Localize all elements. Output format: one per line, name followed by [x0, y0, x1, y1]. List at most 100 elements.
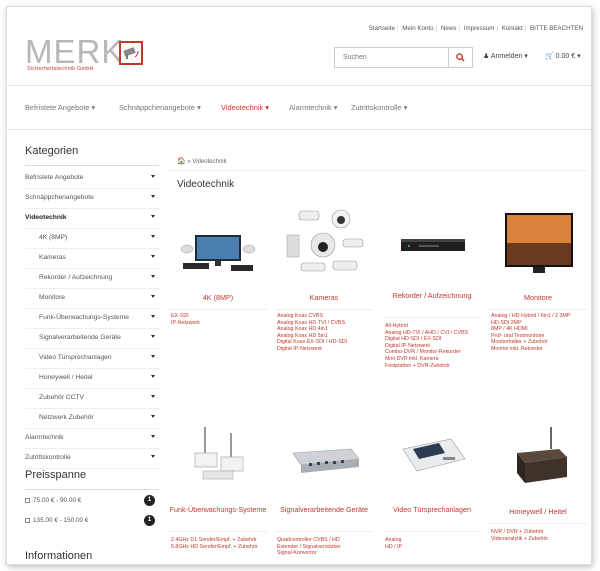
subcategory-link[interactable]: HD-SDI 2MP — [491, 320, 587, 327]
sidebar-item-label: Kameras — [39, 254, 66, 261]
top-link-impressum[interactable]: Impressum — [464, 25, 495, 32]
subcategory-link[interactable]: HD / IP — [385, 544, 481, 551]
top-link-kontakt[interactable]: Kontakt — [502, 25, 523, 32]
subcategory-link[interactable]: NVR / DVR + Zubehör — [491, 529, 587, 536]
price-filter-option[interactable]: 135.00 € - 150.00 € 1 — [25, 513, 159, 531]
home-icon[interactable]: 🏠 — [177, 158, 186, 165]
category-card-title[interactable]: Signalverarbeitende Geräte — [275, 505, 373, 515]
nav-schnaeppchenangebote[interactable]: Schnäppchenangebote ▾ — [119, 103, 201, 112]
subcategory-link[interactable]: Analog Koax HD-TVI / CVBS — [277, 320, 373, 327]
subcategory-link[interactable]: Digital IP-Netzwerk — [277, 346, 373, 353]
subcategory-link[interactable]: Digital Koax EX-SDI / HD-SDI — [277, 339, 373, 346]
top-link-mein-konto[interactable]: Mein Konto — [402, 25, 433, 32]
subcategory-list: All-Hybrid Analog HD-TVI / AHD / CVI / C… — [385, 323, 481, 369]
caret-down-icon[interactable] — [151, 235, 155, 238]
caret-down-icon[interactable] — [151, 195, 155, 198]
caret-down-icon[interactable] — [151, 355, 155, 358]
caret-down-icon[interactable] — [151, 335, 155, 338]
top-link-news[interactable]: News — [441, 25, 456, 32]
sidebar-item-befristete-angebote[interactable]: Befristete Angebote — [25, 169, 159, 189]
subcategory-link[interactable]: Analog Koax HD 4in1 — [277, 326, 373, 333]
caret-down-icon[interactable] — [151, 275, 155, 278]
subcategory-list: EX-SDI IP-Netzwerk — [171, 313, 267, 326]
search-button[interactable] — [448, 48, 472, 67]
caret-down-icon[interactable] — [151, 415, 155, 418]
caret-down-icon[interactable] — [151, 455, 155, 458]
subcategory-link[interactable]: Prüf- und Testmonitore — [491, 333, 587, 340]
price-divider — [25, 489, 159, 490]
sidebar-item-netzwerk-zubehoer[interactable]: Netzwerk Zubehör — [25, 409, 159, 429]
sidebar-item-rekorder[interactable]: Rekorder / Aufzeichnung — [25, 269, 159, 289]
logo-subtitle: Sicherheitstechnik GmbH — [27, 66, 94, 72]
caret-down-icon[interactable] — [151, 295, 155, 298]
subcategory-link[interactable]: Monitorhalter + Zubehör — [491, 339, 587, 346]
subcategory-link[interactable]: 8MP / 4K HDMI — [491, 326, 587, 333]
caret-down-icon[interactable] — [151, 255, 155, 258]
subcategory-link[interactable]: Analog Koax HD 5in1 — [277, 333, 373, 340]
subcategory-link[interactable]: Analog HD-TVI / AHD / CVI / CVBS — [385, 330, 481, 337]
sidebar-item-zutrittskontrolle[interactable]: Zutrittskontrolle — [25, 449, 159, 469]
cart-dropdown[interactable]: 🛒 0.00 € ▾ — [545, 52, 581, 60]
top-link-startseite[interactable]: Startseite — [369, 25, 395, 32]
sidebar-item-monitore[interactable]: Monitore — [25, 289, 159, 309]
category-card-title[interactable]: Video Türsprechanlagen — [383, 505, 481, 515]
subcategory-link[interactable]: Digital IP-Netzwerk — [385, 343, 481, 350]
subcategory-link[interactable]: Analog — [385, 537, 481, 544]
subcategory-link[interactable]: 5.8GHz HD Sender/Empf. + Zubehör — [171, 544, 267, 551]
subcategory-link[interactable]: IP-Netzwerk — [171, 320, 267, 327]
nav-befristete-angebote[interactable]: Befristete Angebote ▾ — [25, 103, 95, 112]
subcategory-link[interactable]: Quadcontroller CVBS / HD — [277, 537, 373, 544]
card-divider — [383, 317, 481, 318]
price-checkbox[interactable] — [25, 518, 30, 523]
category-card-title[interactable]: Funk-Überwachungs-Systeme — [169, 505, 267, 515]
sidebar-item-kameras[interactable]: Kameras — [25, 249, 159, 269]
subcategory-link[interactable]: EX-SDI — [171, 313, 267, 320]
price-filter-option[interactable]: 75.00 € - 90.00 € 1 — [25, 493, 159, 511]
sidebar-item-videotechnik[interactable]: Videotechnik — [25, 209, 159, 229]
account-dropdown[interactable]: ♟ Anmelden ▾ — [483, 52, 528, 60]
subcategory-link[interactable]: All-Hybrid — [385, 323, 481, 330]
category-card-title[interactable]: Monitore — [489, 293, 587, 303]
card-divider — [275, 309, 373, 310]
subcategory-link[interactable]: Extender / Signalverstärker — [277, 544, 373, 551]
sidebar-item-zubehoer-cctv[interactable]: Zubehör CCTV — [25, 389, 159, 409]
subcategory-link[interactable]: Digital HD-SDI / EX-SDI — [385, 336, 481, 343]
sidebar-item-signalverarbeitende[interactable]: Signalverarbeitende Geräte — [25, 329, 159, 349]
subcategory-link[interactable]: Videoanalytik + Zubehör — [491, 536, 587, 543]
sidebar-item-funk[interactable]: Funk-Überwachungs-Systeme — [25, 309, 159, 329]
category-card-title[interactable]: Kameras — [275, 293, 373, 303]
caret-down-icon[interactable] — [151, 375, 155, 378]
sidebar-item-honeywell[interactable]: Honeywell / Heitel — [25, 369, 159, 389]
subcategory-link[interactable]: Combo-DVR / Monitor-Rekorder — [385, 349, 481, 356]
top-link-bitte-beachten[interactable]: BITTE BEACHTEN — [530, 25, 583, 32]
category-card-title[interactable]: 4K (8MP) — [169, 293, 267, 303]
subcategory-link[interactable]: Monitor inkl. Rekorder — [491, 346, 587, 353]
subcategory-list: 2.4GHz D1 Sender/Empf. + Zubehör 5.8GHz … — [171, 537, 267, 550]
sidebar-item-alarmtechnik[interactable]: Alarmtechnik — [25, 429, 159, 449]
logo[interactable]: MERK Sicherheitstechnik GmbH — [25, 35, 150, 75]
subcategory-link[interactable]: Analog Koax CVBS — [277, 313, 373, 320]
category-card-title[interactable]: Rekorder / Aufzeichnung — [383, 291, 481, 301]
category-card-title[interactable]: Honeywell / Heitel — [489, 507, 587, 517]
subcategory-link[interactable]: Festplatten + DVR-Zubehör — [385, 363, 481, 370]
search-input[interactable] — [335, 48, 449, 67]
nav-zutrittskontrolle[interactable]: Zutrittskontrolle ▾ — [351, 103, 407, 112]
sidebar-item-tuersprechanlagen[interactable]: Video Türsprechanlagen — [25, 349, 159, 369]
main-nav: Befristete Angebote ▾ Schnäppchenangebot… — [7, 85, 591, 130]
sidebar-item-4k[interactable]: 4K (8MP) — [25, 229, 159, 249]
subcategory-link[interactable]: 2.4GHz D1 Sender/Empf. + Zubehör — [171, 537, 267, 544]
subcategory-link[interactable]: Mini-DVR inkl. Kamera — [385, 356, 481, 363]
caret-down-icon[interactable] — [151, 315, 155, 318]
subcategory-link[interactable]: Analog / HD Hybrid / 6in1 / 2.3MP — [491, 313, 587, 320]
sidebar-item-schnaeppchenangebote[interactable]: Schnäppchenangebote — [25, 189, 159, 209]
card-divider — [489, 523, 587, 524]
price-checkbox[interactable] — [25, 498, 30, 503]
nav-alarmtechnik[interactable]: Alarmtechnik ▾ — [289, 103, 337, 112]
caret-down-icon[interactable] — [151, 175, 155, 178]
caret-down-icon[interactable] — [151, 395, 155, 398]
nav-videotechnik[interactable]: Videotechnik ▾ — [221, 103, 269, 112]
subcategory-link[interactable]: Signal-Konvertor — [277, 550, 373, 557]
caret-down-icon[interactable] — [151, 435, 155, 438]
subcategory-list: Analog HD / IP — [385, 537, 481, 550]
caret-down-icon[interactable] — [151, 215, 155, 218]
